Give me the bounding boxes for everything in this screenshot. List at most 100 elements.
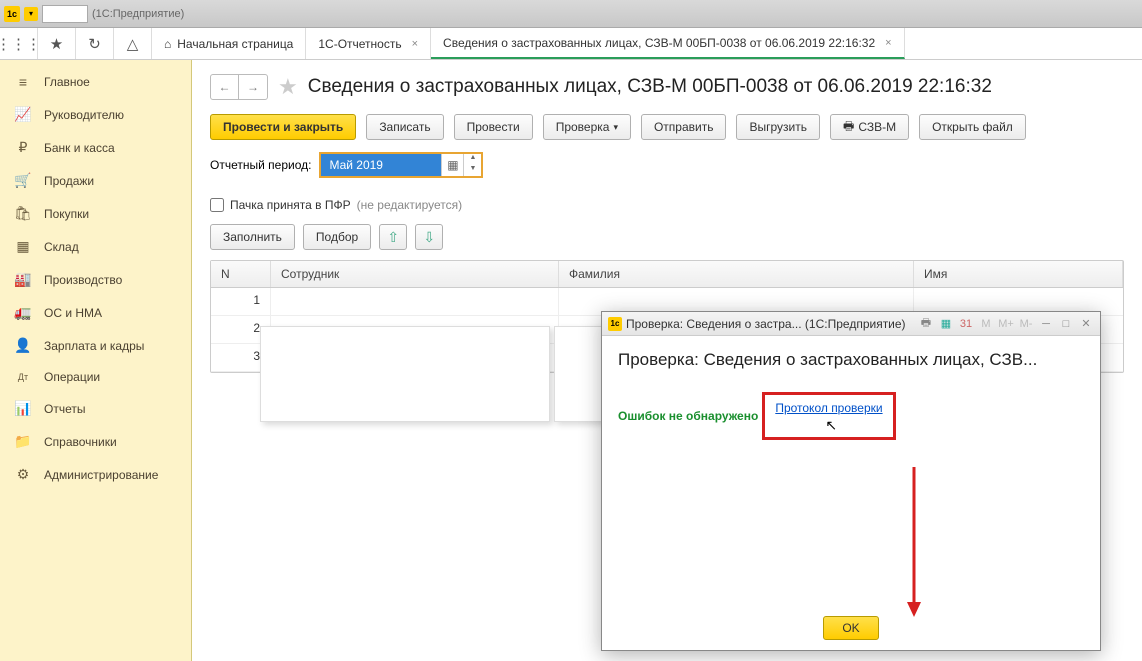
sidebar-item-reports[interactable]: 📊 Отчеты [0, 392, 191, 425]
calendar-icon[interactable]: ▦ [441, 154, 463, 176]
m-button[interactable]: M [978, 316, 994, 332]
blank-field [42, 5, 88, 23]
print-icon[interactable]: 🖶 [918, 316, 934, 332]
checkbox-label: Пачка принята в ПФР [230, 198, 351, 212]
calendar-icon[interactable]: 31 [958, 316, 974, 332]
check-button[interactable]: Проверка▾ [543, 114, 631, 140]
cart-icon: 🛒 [14, 172, 32, 189]
tab-label: Сведения о застрахованных лицах, СЗВ-М 0… [443, 36, 875, 50]
submit-button[interactable]: Провести и закрыть [210, 114, 356, 140]
sidebar-item-production[interactable]: 🏭 Производство [0, 263, 191, 296]
col-employee[interactable]: Сотрудник [271, 261, 559, 287]
truck-icon: 🚛 [14, 304, 32, 321]
close-icon[interactable]: × [412, 38, 418, 50]
dropdown-icon[interactable]: ▾ [24, 7, 38, 21]
sidebar: ≡ Главное 📈Руководителю ₽Банк и касса 🛒 Пр… [0, 60, 192, 661]
maximize-icon[interactable]: □ [1058, 316, 1074, 332]
sidebar-item-salary[interactable]: 👤Зарплата и кадры [0, 329, 191, 362]
menu-icon: ≡ [14, 74, 32, 90]
minimize-icon[interactable]: ─ [1038, 316, 1054, 332]
sidebar-label: Администрирование [44, 468, 158, 482]
tab-label: Начальная страница [177, 37, 293, 51]
send-button[interactable]: Отправить [641, 114, 727, 140]
sidebar-label: Склад [44, 240, 79, 254]
sidebar-label: ОС и НМА [44, 306, 102, 320]
chevron-down-icon: ▾ [613, 122, 618, 133]
export-button[interactable]: Выгрузить [736, 114, 820, 140]
col-surname[interactable]: Фамилия [559, 261, 914, 287]
factory-icon: 🏭 [14, 271, 32, 288]
sidebar-item-warehouse[interactable]: ▦Склад [0, 230, 191, 263]
app-title: (1С:Предприятие) [92, 8, 184, 20]
back-button[interactable]: ← [211, 75, 239, 99]
dtkt-icon: Дт [14, 372, 32, 382]
move-down-button[interactable]: ⇩ [415, 224, 443, 250]
period-label: Отчетный период: [210, 158, 311, 172]
sidebar-label: Банк и касса [44, 141, 115, 155]
bell-icon[interactable]: △ [114, 28, 152, 59]
no-errors-text: Ошибок не обнаружено [618, 409, 758, 423]
col-n[interactable]: N [211, 261, 271, 287]
folder-icon: 📁 [14, 433, 32, 450]
sidebar-label: Продажи [44, 174, 94, 188]
star-icon[interactable]: ★ [38, 28, 76, 59]
sidebar-item-main[interactable]: ≡ Главное [0, 66, 191, 98]
ok-button[interactable]: OK [823, 616, 878, 640]
sidebar-label: Операции [44, 370, 100, 384]
spin-up[interactable]: ▲ [464, 154, 481, 165]
spin-down[interactable]: ▼ [464, 165, 481, 176]
sidebar-item-operations[interactable]: Дт Операции [0, 362, 191, 392]
fill-button[interactable]: Заполнить [210, 224, 295, 250]
home-icon: ⌂ [164, 37, 171, 51]
dialog-titlebar: 1c Проверка: Сведения о застра... (1С:Пр… [602, 312, 1100, 336]
forward-button[interactable]: → [239, 75, 267, 99]
col-firstname[interactable]: Имя [914, 261, 1123, 287]
sidebar-item-bank[interactable]: ₽Банк и касса [0, 131, 191, 164]
gear-icon: ⚙ [14, 466, 32, 483]
sidebar-item-catalogs[interactable]: 📁Справочники [0, 425, 191, 458]
close-icon[interactable]: × [885, 37, 891, 49]
tab-home[interactable]: ⌂ Начальная страница [152, 28, 306, 59]
tab-label: 1С-Отчетность [318, 37, 401, 51]
protocol-link[interactable]: Протокол проверки [775, 401, 882, 415]
sidebar-item-manager[interactable]: 📈Руководителю [0, 98, 191, 131]
nav-buttons: ← → [210, 74, 268, 100]
sidebar-item-purchases[interactable]: 🛍Покупки [0, 197, 191, 230]
close-icon[interactable]: ✕ [1078, 316, 1094, 332]
bars-icon: 📊 [14, 400, 32, 417]
dialog-title: Проверка: Сведения о застра... (1С:Предп… [626, 317, 914, 331]
sidebar-item-admin[interactable]: ⚙ Администрирование [0, 458, 191, 491]
sidebar-item-assets[interactable]: 🚛 ОС и НМА [0, 296, 191, 329]
sidebar-label: Производство [44, 273, 122, 287]
calc-icon[interactable]: ▦ [938, 316, 954, 332]
favorite-icon[interactable]: ★ [278, 74, 298, 100]
tab-reports[interactable]: 1С-Отчетность × [306, 28, 431, 59]
sidebar-label: Отчеты [44, 402, 85, 416]
print-icon: 🖶 [843, 117, 854, 138]
dropdown-shadow [260, 326, 550, 422]
apps-icon[interactable]: ⋮⋮⋮ [0, 28, 38, 59]
checkbox-note: (не редактируется) [357, 198, 463, 212]
dialog-heading: Проверка: Сведения о застрахованных лица… [618, 350, 1084, 370]
szvm-button[interactable]: 🖶СЗВ-М [830, 114, 909, 140]
pick-button[interactable]: Подбор [303, 224, 371, 250]
cursor-icon: ↖ [825, 417, 837, 434]
toolbar: ⋮⋮⋮ ★ ↻ △ ⌂ Начальная страница 1С-Отчетн… [0, 28, 1142, 60]
mplus-button[interactable]: M+ [998, 316, 1014, 332]
save-button[interactable]: Записать [366, 114, 443, 140]
period-input[interactable] [321, 154, 441, 176]
titlebar: 1c ▾ (1С:Предприятие) [0, 0, 1142, 28]
sidebar-item-sales[interactable]: 🛒 Продажи [0, 164, 191, 197]
accepted-checkbox[interactable] [210, 198, 224, 212]
open-file-button[interactable]: Открыть файл [919, 114, 1026, 140]
post-button[interactable]: Провести [454, 114, 533, 140]
sidebar-label: Главное [44, 75, 90, 89]
chart-icon: 📈 [14, 106, 32, 123]
mminus-button[interactable]: M- [1018, 316, 1034, 332]
spinner: ▲▼ [463, 154, 481, 176]
app-icon: 1c [4, 6, 20, 22]
tab-document[interactable]: Сведения о застрахованных лицах, СЗВ-М 0… [431, 28, 905, 59]
move-up-button[interactable]: ⇧ [379, 224, 407, 250]
history-icon[interactable]: ↻ [76, 28, 114, 59]
highlight-box: Протокол проверки ↖ [762, 392, 895, 440]
